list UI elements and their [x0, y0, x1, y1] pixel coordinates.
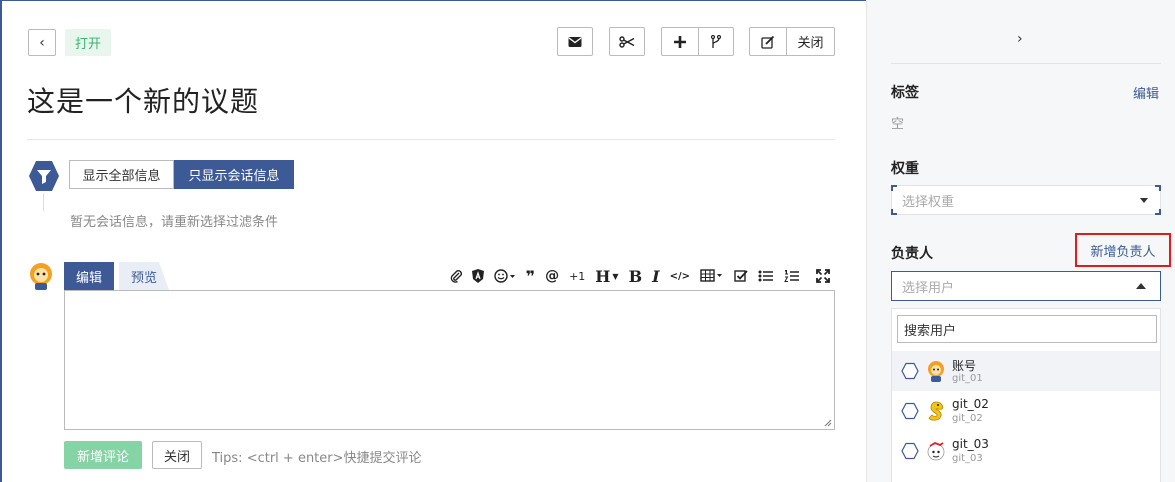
ordered-list-icon[interactable]: [779, 264, 805, 288]
status-badge: 打开: [65, 29, 112, 56]
branch-button[interactable]: [698, 28, 733, 55]
divider: [27, 139, 835, 140]
user-login: git_01: [952, 373, 983, 384]
user-option[interactable]: git_02 git_02: [892, 391, 1160, 431]
caret-down-icon: [1140, 198, 1148, 203]
user-login: git_02: [952, 413, 983, 424]
weight-select[interactable]: 选择权重: [891, 185, 1161, 215]
hexagon-radio-icon: [901, 442, 919, 460]
edit-button[interactable]: [750, 28, 786, 55]
edit-icon: [761, 35, 775, 49]
comment-textarea[interactable]: [64, 290, 835, 430]
user-select[interactable]: 选择用户: [891, 271, 1161, 301]
bold-icon[interactable]: B: [624, 264, 648, 288]
close-issue-button[interactable]: 关闭: [786, 28, 834, 55]
user-avatar: [928, 401, 944, 421]
focus-corner: [891, 209, 897, 215]
quote-icon[interactable]: ❞: [521, 264, 540, 288]
weight-title: 权重: [891, 161, 919, 177]
edit-labels-link[interactable]: 编辑: [1133, 83, 1159, 102]
labels-title: 标签: [891, 85, 919, 101]
user-login: git_03: [952, 453, 983, 464]
chevron-right-icon: ›: [1017, 31, 1023, 47]
hexagon-radio-icon: [901, 402, 919, 420]
back-button[interactable]: ‹: [28, 29, 56, 56]
plus-one-button[interactable]: +1: [564, 264, 590, 288]
user-avatar: [928, 361, 944, 382]
resize-handle-icon[interactable]: [824, 419, 832, 427]
show-conversation-button[interactable]: 只显示会话信息: [174, 160, 294, 189]
email-group: [557, 27, 593, 56]
user-option[interactable]: 账号 git_01: [892, 351, 1160, 391]
heading-icon[interactable]: H ▼: [590, 264, 623, 288]
timeline-line: [43, 193, 44, 211]
add-button[interactable]: [662, 28, 698, 55]
filter-icon: [29, 161, 59, 191]
search-user-input[interactable]: 搜索用户: [897, 315, 1157, 343]
focus-corner: [891, 185, 897, 191]
sidebar-collapse-button[interactable]: ›: [1017, 31, 1023, 47]
badge-icon[interactable]: [467, 264, 489, 288]
user-avatar: [30, 263, 52, 290]
bullet-list-icon[interactable]: [753, 264, 779, 288]
attachment-icon[interactable]: [445, 264, 467, 288]
italic-icon[interactable]: I: [647, 264, 664, 288]
cut-group: [609, 27, 645, 56]
sidebar: › 标签 编辑 空 权重 选择权重 负责人 新增负责人 选择用户 搜索用户 账号…: [866, 0, 1175, 482]
user-name: 账号: [952, 359, 977, 373]
user-placeholder: 选择用户: [902, 280, 955, 296]
email-button[interactable]: [558, 28, 592, 55]
user-avatar: [927, 441, 945, 461]
hexagon-radio-icon: [901, 362, 919, 380]
show-all-button[interactable]: 显示全部信息: [69, 160, 174, 189]
checkbox-icon[interactable]: [729, 264, 753, 288]
focus-corner: [1155, 185, 1161, 191]
add-assignee-link[interactable]: 新增负责人: [1075, 233, 1171, 267]
mention-icon[interactable]: @: [540, 264, 564, 288]
user-dropdown: 搜索用户 账号 git_01 git_02 git_02 git_03 git_…: [891, 308, 1161, 482]
add-branch-group: [661, 27, 734, 56]
tips-text: Tips: <ctrl + enter>快捷提交评论: [212, 451, 422, 466]
fullscreen-icon[interactable]: [811, 264, 835, 288]
branch-icon: [711, 34, 721, 48]
focus-corner: [1155, 209, 1161, 215]
page-title: 这是一个新的议题: [27, 85, 260, 118]
markdown-toolbar: ❞ @ +1 H ▼ B I </>: [445, 264, 835, 288]
weight-placeholder: 选择权重: [902, 194, 955, 210]
user-name: git_02: [952, 397, 989, 411]
move-button[interactable]: [610, 28, 644, 55]
code-icon[interactable]: </>: [665, 264, 695, 288]
edit-close-group: 关闭: [749, 27, 835, 56]
sidebar-divider: [891, 63, 1161, 64]
table-icon[interactable]: [695, 264, 729, 288]
emoji-icon[interactable]: [489, 264, 521, 288]
labels-empty: 空: [891, 117, 905, 132]
issue-main: ‹ 打开 关闭 这是一个新的议题 显示全部信息 只显示会话信息 暂无会话信息，请…: [0, 0, 866, 482]
tab-preview[interactable]: 预览: [119, 262, 169, 290]
caret-up-icon: [1136, 283, 1146, 289]
plus-icon: [674, 35, 686, 48]
submit-comment-button[interactable]: 新增评论: [64, 441, 142, 469]
chevron-left-icon: ‹: [39, 34, 45, 51]
user-name: git_03: [952, 437, 989, 451]
close-button[interactable]: 关闭: [152, 441, 202, 469]
tab-edit[interactable]: 编辑: [64, 262, 114, 290]
assignee-title: 负责人: [891, 246, 933, 262]
empty-message: 暂无会话信息，请重新选择过滤条件: [70, 215, 279, 230]
envelope-icon: [568, 36, 582, 47]
scissors-icon: [619, 35, 635, 48]
user-option[interactable]: git_03 git_03: [892, 431, 1160, 471]
